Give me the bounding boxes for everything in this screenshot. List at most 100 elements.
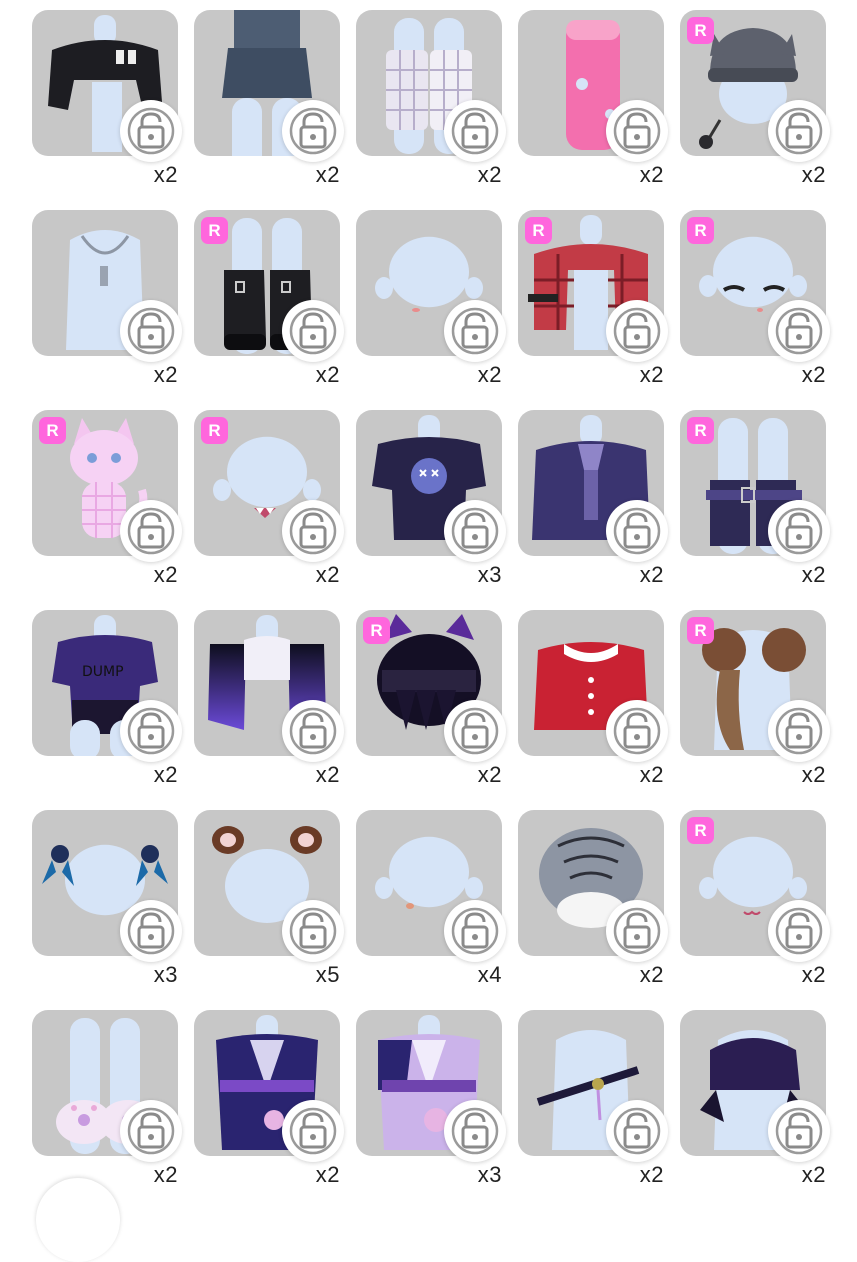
inventory-item[interactable]: Rx2 [680, 210, 830, 398]
unlock-icon[interactable] [606, 1100, 668, 1162]
inventory-item[interactable]: x2 [32, 210, 182, 398]
inventory-item[interactable]: x2 [518, 410, 668, 598]
rare-badge: R [363, 617, 390, 644]
unlock-icon[interactable] [606, 500, 668, 562]
item-count: x2 [315, 762, 340, 787]
inventory-item[interactable]: x4 [356, 810, 506, 998]
item-count: x3 [477, 1162, 502, 1187]
unlock-icon[interactable] [606, 700, 668, 762]
inventory-item[interactable]: x3 [356, 1010, 506, 1198]
item-count: x2 [639, 362, 664, 387]
inventory-item[interactable]: Rx2 [680, 810, 830, 998]
inventory-item[interactable]: Rx2 [680, 610, 830, 798]
unlock-icon[interactable] [120, 1100, 182, 1162]
inventory-item[interactable]: Rx2 [518, 210, 668, 398]
unlock-icon[interactable] [444, 900, 506, 962]
item-count: x2 [801, 1162, 826, 1187]
item-count: x2 [801, 562, 826, 587]
inventory-item[interactable]: Rx2 [32, 410, 182, 598]
unlock-icon[interactable] [444, 100, 506, 162]
inventory-item[interactable]: Rx2 [194, 410, 344, 598]
inventory-item[interactable]: x2 [194, 610, 344, 798]
item-count: x2 [801, 162, 826, 187]
item-count: x2 [801, 762, 826, 787]
unlock-icon[interactable] [282, 500, 344, 562]
item-count: x2 [315, 1162, 340, 1187]
item-count: x2 [801, 962, 826, 987]
item-count: x2 [153, 162, 178, 187]
item-count: x2 [315, 162, 340, 187]
inventory-item[interactable]: Rx2 [194, 210, 344, 398]
item-count: x2 [477, 162, 502, 187]
inventory-item[interactable]: x2 [356, 10, 506, 198]
unlock-icon[interactable] [120, 100, 182, 162]
item-count: x2 [153, 562, 178, 587]
item-count: x2 [639, 562, 664, 587]
rare-badge: R [201, 417, 228, 444]
inventory-grid: x2 x2 x2 x2 Rx2 x2 Rx2 x2 Rx2 Rx2 Rx2 Rx2 x3 x2 Rx2 DUM… [0, 0, 857, 1200]
inventory-item[interactable]: x2 [680, 1010, 830, 1198]
item-count: x4 [477, 962, 502, 987]
unlock-icon[interactable] [444, 300, 506, 362]
inventory-item[interactable]: x2 [518, 1010, 668, 1198]
rare-badge: R [525, 217, 552, 244]
rare-badge: R [687, 617, 714, 644]
unlock-icon[interactable] [606, 100, 668, 162]
inventory-item[interactable]: x2 [194, 10, 344, 198]
item-count: x3 [477, 562, 502, 587]
rare-badge: R [39, 417, 66, 444]
rare-badge: R [687, 417, 714, 444]
unlock-icon[interactable] [768, 900, 830, 962]
item-count: x2 [639, 762, 664, 787]
inventory-item[interactable]: x2 [32, 10, 182, 198]
inventory-item[interactable]: x2 [194, 1010, 344, 1198]
unlock-icon[interactable] [282, 900, 344, 962]
unlock-icon[interactable] [768, 300, 830, 362]
inventory-item[interactable]: Rx2 [680, 410, 830, 598]
unlock-icon[interactable] [768, 100, 830, 162]
unlock-icon[interactable] [282, 100, 344, 162]
rare-badge: R [687, 17, 714, 44]
rare-badge: R [687, 217, 714, 244]
item-count: x2 [801, 362, 826, 387]
unlock-icon[interactable] [768, 700, 830, 762]
rare-badge: R [687, 817, 714, 844]
inventory-item[interactable]: x2 [356, 210, 506, 398]
unlock-icon[interactable] [768, 1100, 830, 1162]
unlock-icon[interactable] [120, 300, 182, 362]
inventory-item[interactable]: Rx2 [680, 10, 830, 198]
inventory-item[interactable]: DUMP x2 [32, 610, 182, 798]
unlock-icon[interactable] [282, 300, 344, 362]
item-count: x2 [477, 362, 502, 387]
item-count: x2 [153, 762, 178, 787]
rare-badge: R [201, 217, 228, 244]
item-count: x3 [153, 962, 178, 987]
unlock-icon[interactable] [120, 500, 182, 562]
unlock-icon[interactable] [120, 900, 182, 962]
item-count: x2 [153, 1162, 178, 1187]
inventory-item[interactable]: x2 [518, 810, 668, 998]
svg-text:DUMP: DUMP [82, 664, 124, 680]
unlock-icon[interactable] [282, 1100, 344, 1162]
unlock-icon[interactable] [120, 700, 182, 762]
inventory-item[interactable]: x5 [194, 810, 344, 998]
unlock-icon[interactable] [444, 700, 506, 762]
unlock-icon[interactable] [282, 700, 344, 762]
item-count: x2 [477, 762, 502, 787]
bottom-nav-button[interactable] [36, 1178, 120, 1262]
unlock-icon[interactable] [768, 500, 830, 562]
item-count: x5 [315, 962, 340, 987]
item-count: x2 [315, 562, 340, 587]
inventory-item[interactable]: Rx2 [356, 610, 506, 798]
inventory-item[interactable]: x2 [518, 610, 668, 798]
item-count: x2 [153, 362, 178, 387]
unlock-icon[interactable] [444, 1100, 506, 1162]
unlock-icon[interactable] [606, 300, 668, 362]
inventory-item[interactable]: x3 [356, 410, 506, 598]
inventory-item[interactable]: x2 [32, 1010, 182, 1198]
unlock-icon[interactable] [606, 900, 668, 962]
item-count: x2 [315, 362, 340, 387]
inventory-item[interactable]: x2 [518, 10, 668, 198]
unlock-icon[interactable] [444, 500, 506, 562]
inventory-item[interactable]: x3 [32, 810, 182, 998]
